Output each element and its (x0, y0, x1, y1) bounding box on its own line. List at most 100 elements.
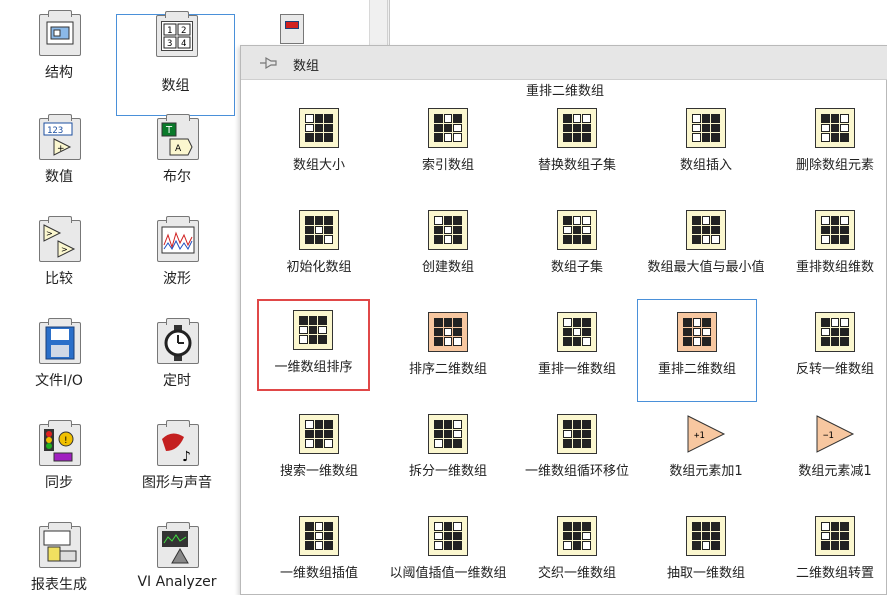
subpalette-item[interactable]: 索引数组 (389, 95, 507, 197)
svg-text:!: ! (64, 436, 68, 446)
subpalette-item[interactable]: 替换数组子集 (518, 95, 636, 197)
palette-item-synchronization[interactable]: ! 同步 (0, 410, 118, 512)
subpalette-item[interactable]: 删除数组元素 (776, 95, 887, 197)
subpalette-item-label: 索引数组 (421, 158, 474, 173)
subpalette-item[interactable]: 数组子集 (518, 197, 636, 299)
labview-functions-palette: 结构 1234 数组 123 + 数值 TA 布尔 > > 比较 波形 文件I/… (0, 0, 887, 595)
palette-item-comparison[interactable]: > > 比较 (0, 206, 118, 308)
palette-item-numeric[interactable]: 123 + 数值 (0, 104, 118, 206)
initialize-array-icon (299, 210, 339, 250)
palette-item-label: 结构 (45, 65, 73, 81)
palette-item-boolean[interactable]: TA 布尔 (118, 104, 236, 206)
palette-item-file-io[interactable]: 文件I/O (0, 308, 118, 410)
subpalette-item-label: 替换数组子集 (537, 158, 616, 173)
subpalette-item-label: 一维数组循环移位 (524, 464, 629, 479)
subpalette-item[interactable]: 二维数组转置 (776, 503, 887, 595)
shuffle-1d-array-icon (557, 312, 597, 352)
palette-item-label: VI Analyzer (137, 574, 217, 590)
index-array-icon (428, 108, 468, 148)
subpalette-item[interactable]: 重排二维数组 (637, 299, 757, 402)
reshape-array-icon (815, 210, 855, 250)
palette-item-label: 定时 (163, 373, 191, 389)
svg-text:+: + (57, 144, 65, 154)
subpalette-item-label: 搜索一维数组 (279, 464, 358, 479)
subpalette-item[interactable]: 排序二维数组 (389, 299, 507, 401)
subpalette-item-label: 重排二维数组 (657, 362, 736, 377)
subpalette-item-label: 数组子集 (550, 260, 603, 275)
palette-item-structures[interactable]: 结构 (0, 0, 118, 102)
synchronization-icon: ! (39, 420, 81, 466)
subpalette-item[interactable]: 抽取一维数组 (647, 503, 765, 595)
subpalette-item-label: 数组大小 (292, 158, 345, 173)
file-io-icon (39, 318, 81, 364)
subpalette-item-label: 数组元素加1 (669, 464, 743, 479)
pin-icon[interactable] (259, 56, 277, 70)
sort-1d-array-icon (293, 310, 333, 350)
subpalette-item[interactable]: 搜索一维数组 (260, 401, 378, 503)
palette-item-timing[interactable]: 定时 (118, 308, 236, 410)
array-icon: 1234 (156, 11, 198, 57)
subpalette-item-label: 反转一维数组 (795, 362, 874, 377)
sort-2d-array-icon (428, 312, 468, 352)
report-generation-icon (39, 522, 81, 568)
increment-array-element-icon: +1 (686, 414, 726, 454)
subpalette-item[interactable]: 反转一维数组 (776, 299, 887, 401)
palette-item-report-generation[interactable]: 报表生成 (0, 512, 118, 595)
shuffle-2d-array-icon (677, 312, 717, 352)
palette-item-waveform[interactable]: 波形 (118, 206, 236, 308)
subpalette-item[interactable]: 数组插入 (647, 95, 765, 197)
svg-text:1: 1 (167, 26, 172, 36)
replace-array-subset-icon (557, 108, 597, 148)
svg-text:−1: −1 (823, 431, 834, 441)
subpalette-item[interactable]: 拆分一维数组 (389, 401, 507, 503)
subpalette-item[interactable]: 数组大小 (260, 95, 378, 197)
subpalette-item[interactable]: 创建数组 (389, 197, 507, 299)
palette-item-label: 数值 (45, 169, 73, 185)
waveform-icon (157, 216, 199, 262)
subpalette-item[interactable]: 一维数组插值 (260, 503, 378, 595)
reverse-1d-array-icon (815, 312, 855, 352)
subpalette-item[interactable]: +1 数组元素加1 (647, 401, 765, 503)
vi-analyzer-icon (157, 522, 199, 568)
subpalette-header: 数组 (241, 46, 887, 80)
boolean-icon: TA (157, 114, 199, 160)
palette-item-label: 报表生成 (31, 577, 87, 593)
svg-text:+1: +1 (694, 431, 705, 441)
svg-text:A: A (175, 144, 182, 154)
interleave-1d-arrays-icon (557, 516, 597, 556)
svg-text:♪: ♪ (182, 449, 191, 465)
rotate-1d-array-icon (557, 414, 597, 454)
subpalette-item[interactable]: 一维数组循环移位 (518, 401, 636, 503)
palette-item-graphics-sound[interactable]: ♪ 图形与声音 (118, 410, 236, 512)
subpalette-item-label: 数组元素减1 (798, 464, 872, 479)
subpalette-item-label: 数组插入 (679, 158, 732, 173)
subpalette-item[interactable]: 重排数组维数 (776, 197, 887, 299)
subpalette-item-label: 二维数组转置 (795, 566, 874, 581)
svg-text:3: 3 (167, 39, 172, 49)
subpalette-item-label: 一维数组排序 (274, 360, 353, 375)
subpalette-item[interactable]: 一维数组排序 (257, 299, 370, 391)
delete-from-array-icon (815, 108, 855, 148)
interpolate-1d-array-icon (299, 516, 339, 556)
subpalette-item[interactable]: 初始化数组 (260, 197, 378, 299)
palette-item-array[interactable]: 1234 数组 (116, 11, 235, 116)
subpalette-item[interactable]: 重排一维数组 (518, 299, 636, 401)
subpalette-item[interactable]: 以阈值插值一维数组 (389, 503, 507, 595)
array-max-min-icon (686, 210, 726, 250)
svg-text:>: > (46, 229, 53, 238)
subpalette-item[interactable]: −1 数组元素减1 (776, 401, 887, 503)
palette-item-vi-analyzer[interactable]: VI Analyzer (118, 512, 236, 595)
subpalette-item-label: 拆分一维数组 (408, 464, 487, 479)
array-glyph: 1234 (161, 21, 193, 51)
structure-icon (39, 10, 81, 56)
subpalette-title: 数组 (293, 59, 320, 74)
numeric-icon: 123 + (39, 114, 81, 160)
subpalette-item-label: 以阈值插值一维数组 (389, 566, 507, 581)
subpalette-item-label: 一维数组插值 (279, 566, 358, 581)
svg-text:>: > (61, 245, 68, 254)
subpalette-item[interactable]: 交织一维数组 (518, 503, 636, 595)
subpalette-item[interactable]: 数组最大值与最小值 (647, 197, 765, 299)
subpalette-item-label: 抽取一维数组 (666, 566, 745, 581)
subpalette-item-label: 创建数组 (421, 260, 474, 275)
svg-text:2: 2 (181, 26, 186, 36)
